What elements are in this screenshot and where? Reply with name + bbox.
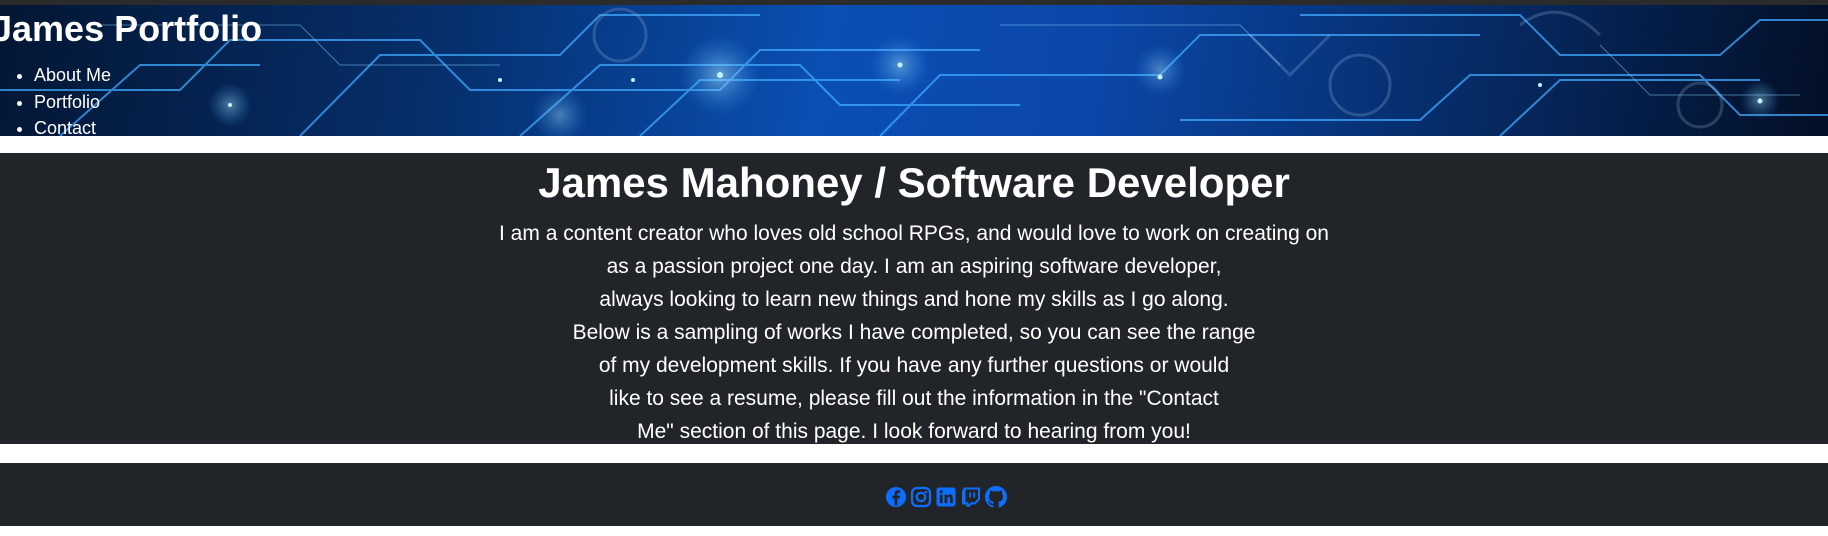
twitch-icon[interactable] bbox=[960, 486, 982, 508]
about-heading: James Mahoney / Software Developer bbox=[538, 159, 1290, 206]
nav-item-about-me[interactable]: About Me bbox=[34, 62, 111, 89]
about-section: James Mahoney / Software Developer I am … bbox=[0, 153, 1828, 444]
bio-line: always looking to learn new things and h… bbox=[599, 288, 1229, 311]
bio-line: as a passion project one day. I am an as… bbox=[606, 255, 1222, 278]
instagram-icon[interactable] bbox=[910, 486, 932, 508]
nav-menu: About Me Portfolio Contact bbox=[15, 62, 111, 136]
bio-line: of my development skills. If you have an… bbox=[598, 354, 1230, 377]
bio-line: like to see a resume, please fill out th… bbox=[609, 387, 1219, 410]
footer bbox=[0, 463, 1828, 526]
bio-line: I am a content creator who loves old sch… bbox=[499, 222, 1329, 245]
bio-line: Me" section of this page. I look forward… bbox=[637, 420, 1191, 443]
site-title: James Portfolio bbox=[0, 8, 263, 49]
page: James Portfolio About Me Portfolio Conta… bbox=[0, 0, 1828, 536]
about-bio: I am a content creator who loves old sch… bbox=[0, 217, 1828, 448]
social-links bbox=[885, 486, 1007, 508]
circuit-background-image bbox=[0, 7, 1828, 136]
nav-item-portfolio[interactable]: Portfolio bbox=[34, 89, 111, 116]
header-banner: James Portfolio About Me Portfolio Conta… bbox=[0, 5, 1828, 136]
github-icon[interactable] bbox=[985, 486, 1007, 508]
nav-item-contact[interactable]: Contact bbox=[34, 115, 111, 136]
linkedin-icon[interactable] bbox=[935, 486, 957, 508]
bio-line: Below is a sampling of works I have comp… bbox=[572, 321, 1256, 344]
facebook-icon[interactable] bbox=[885, 486, 907, 508]
